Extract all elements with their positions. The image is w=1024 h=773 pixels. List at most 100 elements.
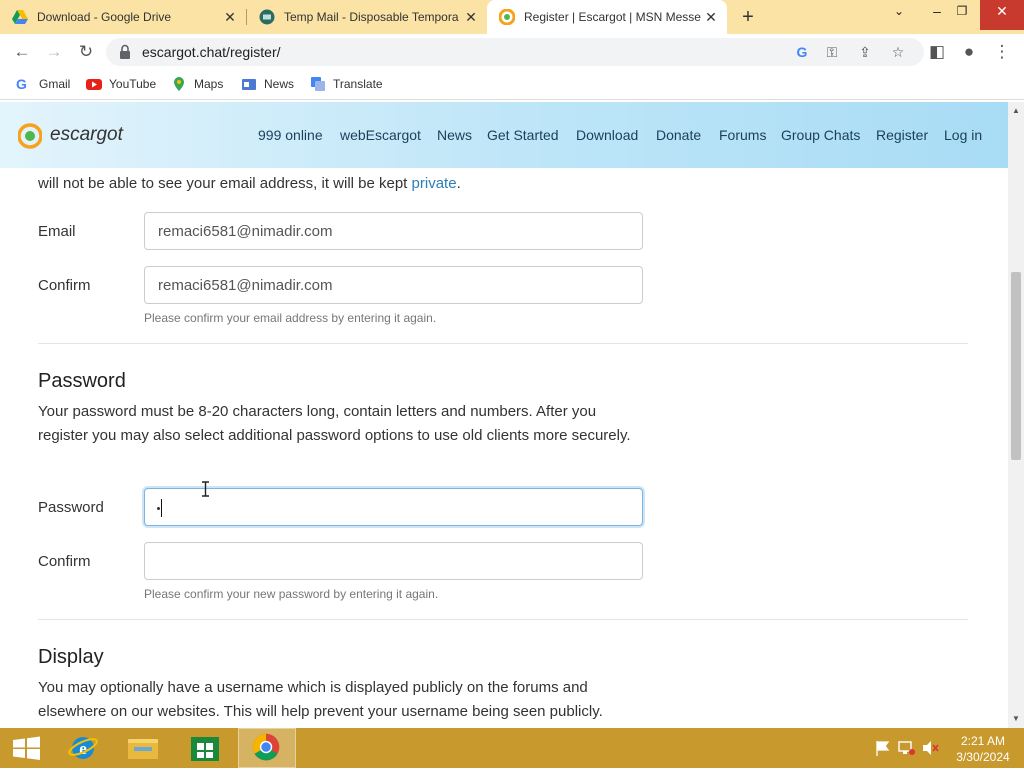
confirm-password-hint: Please confirm your new password by ente…	[144, 587, 439, 601]
clock-date: 3/30/2024	[956, 750, 1010, 764]
restore-button[interactable]: ❐	[947, 0, 977, 30]
scroll-down-arrow-icon[interactable]: ▼	[1012, 714, 1020, 723]
text-caret	[161, 499, 162, 517]
google-lens-icon[interactable]: G	[792, 42, 812, 62]
chrome-icon	[252, 733, 280, 761]
email-label: Email	[38, 223, 76, 240]
network-icon[interactable]	[898, 740, 916, 756]
google-drive-icon	[12, 10, 28, 24]
password-field[interactable]	[144, 488, 643, 526]
display-description: You may optionally have a username which…	[38, 679, 603, 720]
action-center-flag-icon[interactable]	[874, 740, 892, 756]
nav-get-started[interactable]: Get Started	[487, 127, 559, 143]
lock-icon	[120, 44, 130, 59]
tab-google-drive[interactable]: Download - Google Drive ✕	[0, 0, 246, 34]
bookmark-label: YouTube	[109, 77, 157, 91]
tab-temp-mail[interactable]: Temp Mail - Disposable Tempora ✕	[247, 0, 487, 34]
youtube-icon	[86, 79, 102, 90]
close-tab-icon[interactable]: ✕	[222, 9, 238, 25]
close-tab-icon[interactable]: ✕	[463, 9, 479, 25]
share-icon[interactable]: ⇪	[855, 42, 875, 62]
nav-group-chats[interactable]: Group Chats	[781, 127, 860, 143]
bookmark-translate[interactable]: Translate	[310, 76, 383, 92]
back-arrow-icon[interactable]: ←	[11, 41, 33, 63]
bookmark-label: Maps	[194, 77, 224, 91]
temp-mail-icon	[259, 9, 275, 25]
nav-register[interactable]: Register	[876, 127, 928, 143]
taskbar-store[interactable]	[178, 728, 232, 768]
menu-kebab-icon[interactable]: ⋮	[991, 41, 1013, 63]
password-key-icon[interactable]: ⚿	[822, 42, 842, 62]
reload-icon[interactable]: ↻	[75, 41, 97, 63]
tab-title: Register | Escargot | MSN Messe	[524, 10, 701, 24]
escargot-logo-icon[interactable]	[18, 122, 42, 150]
display-heading: Display	[38, 646, 104, 668]
url-text: escargot.chat/register/	[142, 44, 281, 60]
confirm-email-field[interactable]: remaci6581@nimadir.com	[144, 266, 643, 304]
start-button[interactable]	[0, 728, 54, 768]
scroll-up-arrow-icon[interactable]: ▲	[1012, 106, 1020, 115]
password-description: Your password must be 8-20 characters lo…	[38, 403, 631, 444]
windows-store-icon	[191, 737, 219, 761]
scrollbar-thumb[interactable]	[1011, 272, 1021, 460]
address-bar[interactable]: escargot.chat/register/ G ⚿ ⇪ ☆	[106, 38, 924, 66]
confirm-password-field[interactable]	[144, 542, 643, 580]
tab-escargot-register[interactable]: Register | Escargot | MSN Messe ✕	[487, 0, 727, 34]
nav-donate[interactable]: Donate	[656, 127, 701, 143]
profile-avatar-icon[interactable]: ●	[958, 41, 980, 63]
mouse-ibeam-cursor-icon	[202, 481, 209, 497]
nav-download[interactable]: Download	[576, 127, 638, 143]
email-field[interactable]: remaci6581@nimadir.com	[144, 212, 643, 250]
news-icon	[242, 79, 256, 90]
nav-log-in[interactable]: Log in	[944, 127, 982, 143]
privacy-link[interactable]: private	[412, 175, 457, 192]
password-heading: Password	[38, 370, 126, 392]
nav-webescargot[interactable]: webEscargot	[340, 127, 421, 143]
bookmark-news[interactable]: News	[241, 76, 294, 92]
password-label: Password	[38, 499, 104, 516]
tab-strip: Download - Google Drive ✕ Temp Mail - Di…	[0, 0, 1024, 34]
bookmark-star-icon[interactable]: ☆	[888, 42, 908, 62]
bookmark-youtube[interactable]: YouTube	[86, 76, 156, 92]
forward-arrow-icon[interactable]: →	[43, 41, 65, 63]
tab-search-icon[interactable]: ⌄	[884, 0, 914, 30]
maps-pin-icon	[174, 77, 184, 91]
close-window-button[interactable]: ✕	[980, 0, 1024, 30]
windows-logo-icon	[13, 736, 40, 760]
close-tab-icon[interactable]: ✕	[703, 9, 719, 25]
site-logo-text[interactable]: escargot	[50, 124, 123, 146]
nav-online-count[interactable]: 999 online	[258, 127, 323, 143]
browser-toolbar: ← → ↻ escargot.chat/register/ G ⚿ ⇪ ☆ ◧ …	[0, 34, 1024, 70]
bookmark-gmail[interactable]: G Gmail	[16, 76, 70, 92]
windows-taskbar: e 2:21 AM 3/30/2024	[0, 728, 1024, 768]
escargot-icon	[499, 9, 515, 25]
bookmark-maps[interactable]: Maps	[171, 76, 223, 92]
internet-explorer-icon: e	[68, 737, 98, 759]
section-divider	[38, 619, 968, 620]
section-divider	[38, 343, 968, 344]
translate-icon	[311, 77, 325, 91]
tab-title: Temp Mail - Disposable Tempora	[284, 10, 459, 24]
system-clock[interactable]: 2:21 AM 3/30/2024	[950, 733, 1016, 765]
side-panel-icon[interactable]: ◧	[926, 41, 948, 63]
file-explorer-icon	[128, 739, 158, 759]
page-scrollbar[interactable]: ▲ ▼	[1008, 102, 1024, 728]
taskbar-file-explorer[interactable]	[116, 728, 170, 768]
volume-muted-icon[interactable]	[922, 740, 940, 756]
nav-news[interactable]: News	[437, 127, 472, 143]
site-header: escargot 999 online webEscargot News Get…	[0, 102, 1008, 168]
nav-forums[interactable]: Forums	[719, 127, 766, 143]
confirm-email-hint: Please confirm your email address by ent…	[144, 311, 437, 325]
confirm-email-label: Confirm	[38, 277, 91, 294]
password-mask-dot	[157, 507, 160, 510]
confirm-password-label: Confirm	[38, 553, 91, 570]
register-form: will not be able to see your email addre…	[0, 168, 1008, 728]
new-tab-button[interactable]: +	[738, 7, 758, 27]
bookmark-label: Gmail	[39, 77, 71, 91]
google-g-icon: G	[16, 76, 27, 92]
taskbar-chrome[interactable]	[238, 728, 296, 768]
clock-time: 2:21 AM	[960, 734, 1006, 748]
taskbar-internet-explorer[interactable]: e	[56, 728, 110, 768]
bookmark-label: News	[264, 77, 295, 91]
bookmark-label: Translate	[333, 77, 383, 91]
